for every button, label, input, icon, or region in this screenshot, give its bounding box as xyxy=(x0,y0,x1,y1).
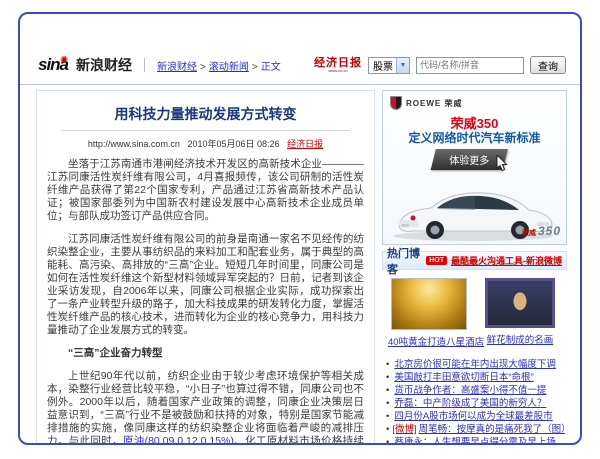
article-url: http://www.sina.com.cn xyxy=(88,139,180,149)
breadcrumb-current: 正文 xyxy=(261,62,281,73)
article-paragraph: 坐落于江苏南通市港闸经济技术开发区的高新技术企业————江苏同康活性炭纤维有限公… xyxy=(47,158,364,223)
blog-link[interactable]: 蔡康永：人生想要早点得分需及早上场 xyxy=(394,437,556,445)
stock-type-select[interactable]: 股票 ▼ xyxy=(368,57,410,74)
paragraph-text: 上世纪90年代以前，纺织企业由于较少考虑环境保护等相关成本，染整行业经营比较平稳… xyxy=(47,370,364,445)
sina-finance-logo[interactable]: sina ✺ 新浪财经 xyxy=(38,55,132,75)
list-item: 货币战争作者：高盛案小得不值一提 xyxy=(386,384,565,397)
hot-blogs-thumbnails: 40吨黄金打造八星酒店 鲜花制成的名画 xyxy=(382,270,567,350)
list-item: 乔磊：中产阶级成了美国的新穷人？ xyxy=(386,397,565,410)
breadcrumb-finance-link[interactable]: 新浪财经 xyxy=(157,62,197,73)
hot-blogs-header: 热门博客 HOT 最酷最火沟通工具-新浪微博 xyxy=(382,251,567,270)
stock-type-value: 股票 xyxy=(373,58,393,73)
ad-subheadline: 定义网络时代汽车新标准 xyxy=(383,129,566,146)
sina-brand-label: 新浪财经 xyxy=(76,55,132,75)
header-divider xyxy=(144,58,145,72)
list-item-tag[interactable]: [微博] xyxy=(392,424,416,435)
thumbnail-cell: 鲜花制成的名画 xyxy=(479,278,561,350)
page-frame: sina ✺ 新浪财经 新浪财经>滚动新闻>正文 经济日报 www.ce.cn … xyxy=(18,12,582,445)
crude-oil-quote[interactable]: (80.09,0.12,0.15%) xyxy=(145,435,234,445)
blog-link[interactable]: 北京房价很可能在年内出现大幅度下调 xyxy=(394,359,556,370)
article-source-link[interactable]: 经济日报 xyxy=(287,139,323,149)
page-title: 用科技力量推动发展方式转变 xyxy=(47,104,364,124)
flower-painting-caption-link[interactable]: 鲜花制成的名画 xyxy=(487,332,554,346)
sidebar: ROEWE 荣威 荣威350 定义网络时代汽车新标准 体验更多 xyxy=(382,90,567,445)
roewe-logo: ROEWE 荣威 xyxy=(390,96,462,110)
roewe-shield-icon xyxy=(390,96,402,110)
stock-search-input[interactable] xyxy=(416,57,524,74)
roewe-brand-label: ROEWE 荣威 xyxy=(406,98,462,109)
badge-brand: 荣威 xyxy=(522,230,536,237)
mouse-cursor-icon xyxy=(496,155,509,172)
list-item: 美国敲打丰田意欲切断日本“命根” xyxy=(386,371,565,384)
article: 用科技力量推动发展方式转变 http://www.sina.com.cn 201… xyxy=(36,90,375,445)
gold-hotel-caption-link[interactable]: 40吨黄金打造八星酒店 xyxy=(388,334,484,348)
hot-blogs-title: 热门博客 xyxy=(387,245,422,277)
title-rule xyxy=(61,130,350,131)
ad-model-badge: 荣威 350 xyxy=(522,224,561,238)
stock-search-button[interactable]: 查询 xyxy=(530,56,566,74)
thumbnail-cell: 40吨黄金打造八星酒店 xyxy=(388,278,470,350)
list-item: 四月份A股市场何以成为全球最差股市 xyxy=(386,410,565,423)
blog-link[interactable]: 四月份A股市场何以成为全球最差股市 xyxy=(394,411,552,422)
economic-daily-logo: 经济日报 www.ce.cn xyxy=(314,58,362,73)
site-header: sina ✺ 新浪财经 新浪财经>滚动新闻>正文 经济日报 www.ce.cn … xyxy=(38,54,566,76)
weibo-promo-link[interactable]: 最酷最火沟通工具-新浪微博 xyxy=(451,254,562,267)
blog-link[interactable]: 乔磊：中产阶级成了美国的新穷人？ xyxy=(394,398,546,409)
page: sina ✺ 新浪财经 新浪财经>滚动新闻>正文 经济日报 www.ce.cn … xyxy=(0,0,600,459)
flower-painting-thumbnail[interactable] xyxy=(485,278,555,328)
list-item: 北京房价很可能在年内出现大幅度下调 xyxy=(386,358,565,371)
hot-blogs-list: 北京房价很可能在年内出现大幅度下调 美国敲打丰田意欲切断日本“命根” 货币战争作… xyxy=(382,350,567,445)
breadcrumb-separator: > xyxy=(200,62,206,73)
chevron-down-icon: ▼ xyxy=(396,58,409,73)
breadcrumb: 新浪财经>滚动新闻>正文 xyxy=(157,58,281,73)
blog-link[interactable]: 周笔畅：按摩真的是痛死我了（图） xyxy=(419,424,565,435)
list-item: 蔡康永：人生想要早点得分需及早上场 xyxy=(386,436,565,445)
article-datetime: 2010年05月06日 08:26 xyxy=(187,139,279,149)
breadcrumb-separator: > xyxy=(252,62,258,73)
breadcrumb-rolling-news-link[interactable]: 滚动新闻 xyxy=(209,62,249,73)
roewe-ad-banner[interactable]: ROEWE 荣威 荣威350 定义网络时代汽车新标准 体验更多 xyxy=(382,90,567,245)
ad-cta-label: 体验更多 xyxy=(449,152,489,167)
article-meta: http://www.sina.com.cn 2010年05月06日 08:26… xyxy=(47,137,364,150)
main-content: 用科技力量推动发展方式转变 http://www.sina.com.cn 201… xyxy=(20,85,580,445)
gold-hotel-thumbnail[interactable] xyxy=(391,278,467,330)
badge-number: 350 xyxy=(538,224,561,238)
hot-badge: HOT xyxy=(426,256,447,265)
list-item: [微博]周笔畅：按摩真的是痛死我了（图） xyxy=(386,423,565,436)
article-section-heading: “三高”企业奋力转型 xyxy=(47,347,364,360)
article-paragraph: 上世纪90年代以前，纺织企业由于较少考虑环境保护等相关成本，染整行业经营比较平稳… xyxy=(47,370,364,445)
article-paragraph: 江苏同康活性炭纤维有限公司的前身是南通一家名不见经传的纺织染整企业，主要从事纺织… xyxy=(47,233,364,337)
crude-oil-stock-link[interactable]: 原油 xyxy=(123,435,145,445)
blog-link[interactable]: 货币战争作者：高盛案小得不值一提 xyxy=(394,385,546,396)
blog-link[interactable]: 美国敲打丰田意欲切断日本“命根” xyxy=(394,372,533,383)
header-right: 经济日报 www.ce.cn 股票 ▼ 查询 xyxy=(314,56,566,74)
